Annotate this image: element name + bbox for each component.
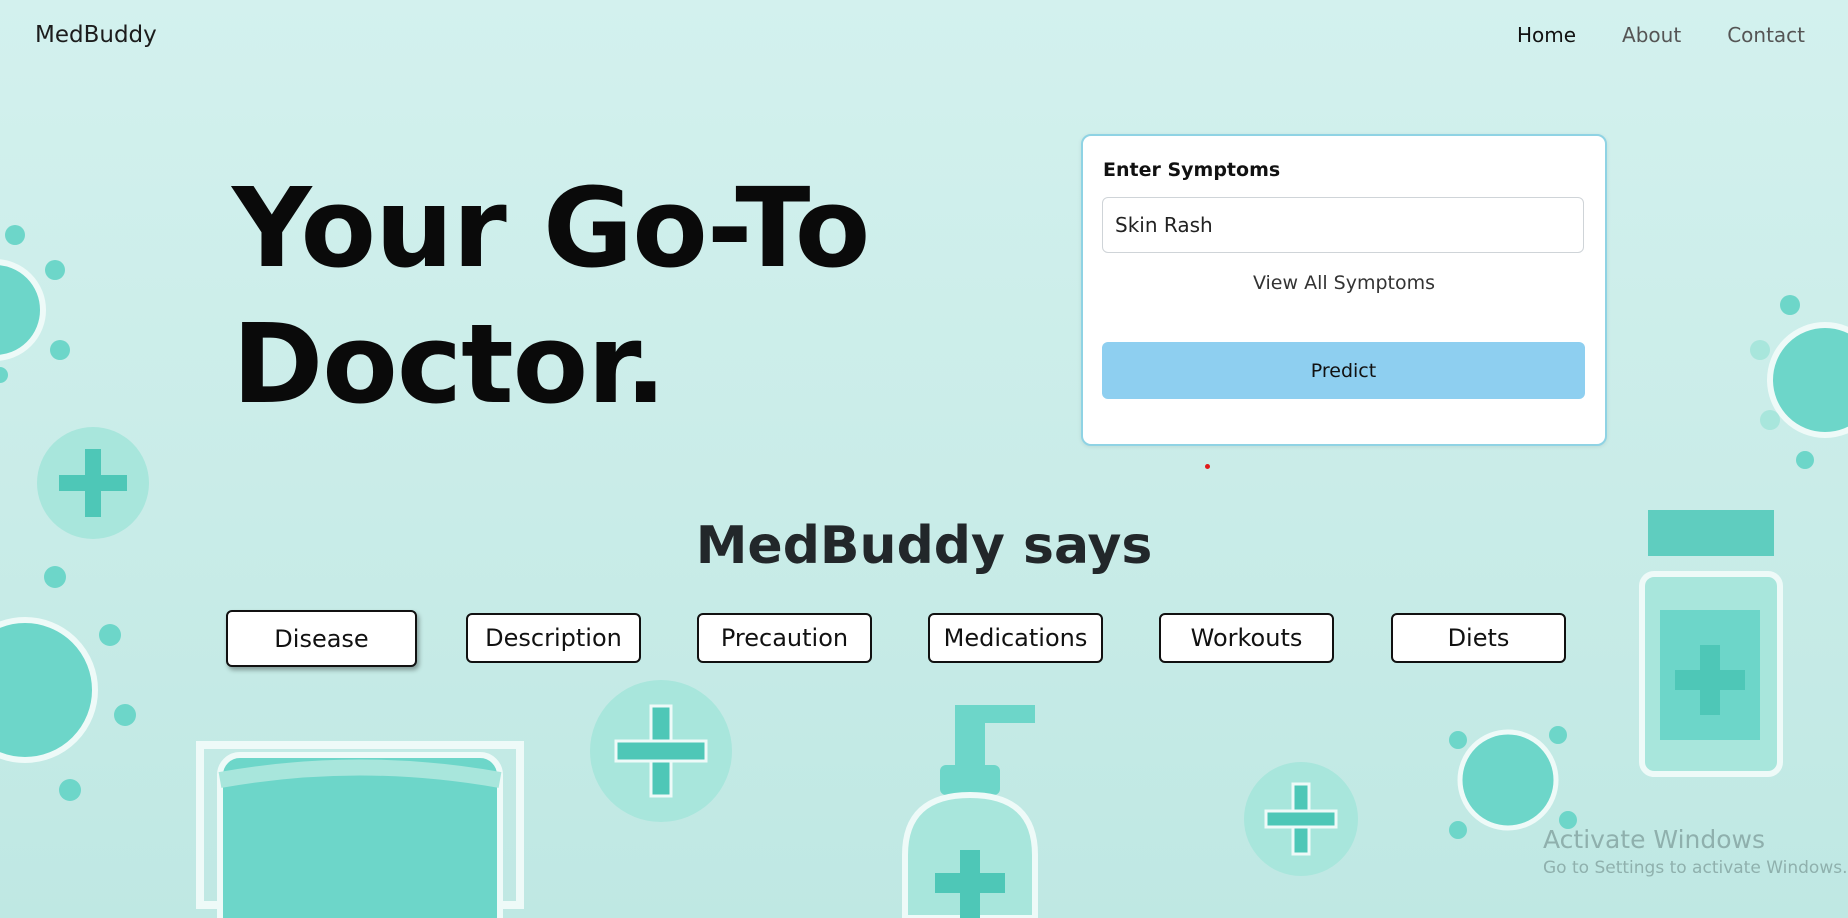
view-all-symptoms-link[interactable]: View All Symptoms <box>1083 272 1605 294</box>
virus-icon <box>0 565 140 805</box>
nav-link-home[interactable]: Home <box>1517 23 1576 47</box>
nav-link-contact[interactable]: Contact <box>1727 23 1805 47</box>
symptoms-input[interactable] <box>1102 197 1584 253</box>
medical-cross-icon <box>1242 760 1360 878</box>
virus-icon <box>0 215 80 385</box>
hero-heading: Your Go-To Doctor. <box>232 160 870 432</box>
symptoms-label: Enter Symptoms <box>1103 159 1281 181</box>
tab-medications[interactable]: Medications <box>928 613 1103 663</box>
predict-button[interactable]: Predict <box>1102 342 1585 399</box>
sanitizer-bottle-icon <box>885 705 1065 918</box>
virus-icon <box>1730 290 1848 470</box>
tab-diets[interactable]: Diets <box>1391 613 1566 663</box>
brand-logo[interactable]: MedBuddy <box>35 22 157 48</box>
nav-links: Home About Contact <box>1517 23 1805 47</box>
symptom-form-card: Enter Symptoms View All Symptoms Predict <box>1081 134 1607 446</box>
hero-heading-line-2: Doctor. <box>232 300 667 428</box>
tab-description[interactable]: Description <box>466 613 641 663</box>
nav-link-about[interactable]: About <box>1622 23 1681 47</box>
face-mask-icon <box>180 735 540 918</box>
watermark-subtitle: Go to Settings to activate Windows. <box>1543 858 1848 878</box>
activation-watermark: Activate Windows Go to Settings to activ… <box>1543 825 1848 878</box>
navbar: MedBuddy Home About Contact <box>0 0 1848 72</box>
tab-disease[interactable]: Disease <box>226 610 417 667</box>
cursor-dot <box>1205 464 1210 469</box>
watermark-title: Activate Windows <box>1543 825 1765 854</box>
medical-cross-icon <box>588 678 734 824</box>
hero-heading-line-1: Your Go-To <box>232 164 870 292</box>
tab-precaution[interactable]: Precaution <box>697 613 872 663</box>
results-heading: MedBuddy says <box>695 516 1153 576</box>
tab-workouts[interactable]: Workouts <box>1159 613 1334 663</box>
